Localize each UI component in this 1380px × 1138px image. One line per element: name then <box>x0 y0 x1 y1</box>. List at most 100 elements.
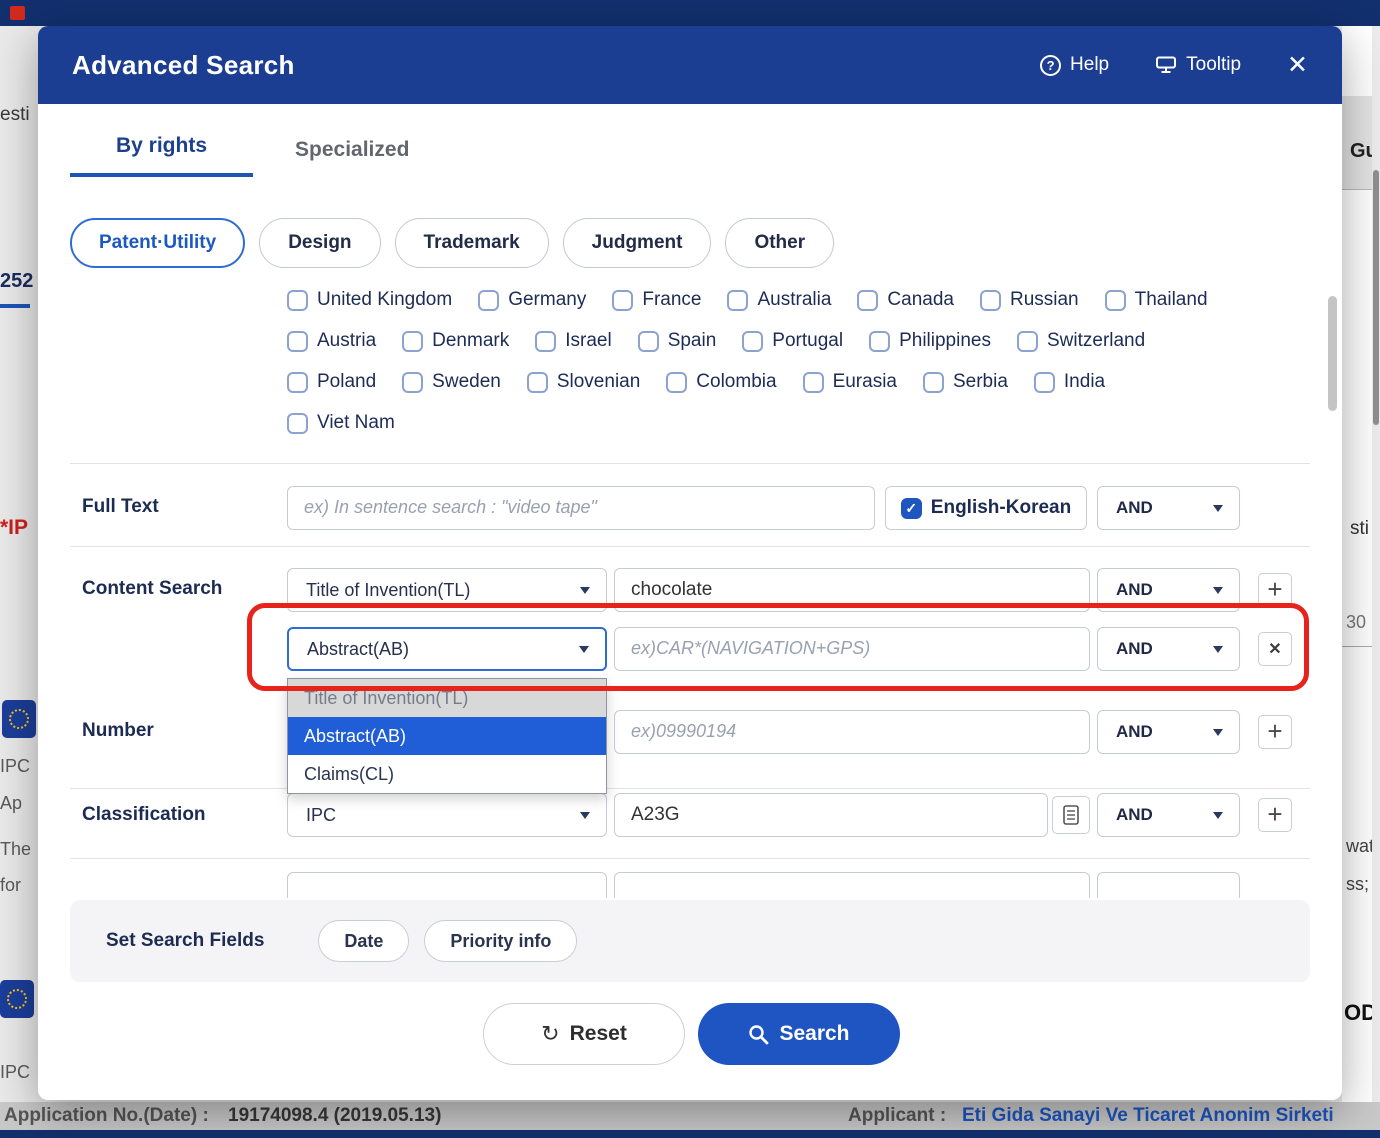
remove-row-button[interactable] <box>1258 632 1292 666</box>
checkbox-icon <box>287 413 308 434</box>
fulltext-operator-select[interactable]: AND <box>1097 486 1240 530</box>
help-label: Help <box>1070 54 1109 76</box>
page-scrollbar-thumb[interactable] <box>1373 170 1379 425</box>
country-russian[interactable]: Russian <box>980 289 1079 311</box>
add-row-button[interactable] <box>1258 798 1292 832</box>
bg-text-fragment: IPC <box>0 756 30 777</box>
date-button[interactable]: Date <box>318 920 409 962</box>
english-korean-checkbox[interactable]: English-Korean <box>885 486 1087 530</box>
country-poland[interactable]: Poland <box>287 371 376 393</box>
checkbox-icon <box>287 331 308 352</box>
country-austria[interactable]: Austria <box>287 330 376 352</box>
pill-design[interactable]: Design <box>259 218 380 268</box>
country-label: Poland <box>317 371 376 393</box>
bg-text-fragment: *IP <box>0 516 28 540</box>
country-philippines[interactable]: Philippines <box>869 330 991 352</box>
menu-item-abstract[interactable]: Abstract(AB) <box>288 717 606 755</box>
modal-title: Advanced Search <box>72 50 295 81</box>
country-canada[interactable]: Canada <box>857 289 954 311</box>
checkbox-icon <box>727 290 748 311</box>
modal-scrollbar-thumb[interactable] <box>1328 296 1337 411</box>
content-field-select-1[interactable]: Title of Invention(TL) <box>287 568 607 612</box>
clipped-input[interactable] <box>614 872 1090 898</box>
country-united-kingdom[interactable]: United Kingdom <box>287 289 452 311</box>
reset-button[interactable]: ↻ Reset <box>483 1003 685 1065</box>
country-australia[interactable]: Australia <box>727 289 831 311</box>
country-portugal[interactable]: Portugal <box>742 330 843 352</box>
country-slovenian[interactable]: Slovenian <box>527 371 640 393</box>
country-sweden[interactable]: Sweden <box>402 371 501 393</box>
pill-patent-utility[interactable]: Patent·Utility <box>70 218 245 268</box>
tab-specialized[interactable]: Specialized <box>285 138 419 177</box>
bg-text-fragment: IPC <box>0 1062 30 1083</box>
tooltip-icon <box>1155 56 1177 74</box>
classification-lookup-button[interactable] <box>1052 796 1090 834</box>
country-france[interactable]: France <box>612 289 701 311</box>
country-eurasia[interactable]: Eurasia <box>803 371 897 393</box>
tooltip-label: Tooltip <box>1186 54 1241 76</box>
classification-field-select[interactable]: IPC <box>287 793 607 837</box>
search-button[interactable]: Search <box>698 1003 900 1065</box>
country-denmark[interactable]: Denmark <box>402 330 509 352</box>
checkbox-icon <box>923 372 944 393</box>
country-thailand[interactable]: Thailand <box>1105 289 1208 311</box>
bg-text-fragment: sti <box>1350 518 1369 540</box>
pill-trademark[interactable]: Trademark <box>395 218 549 268</box>
checkbox-icon <box>402 331 423 352</box>
search-label: Search <box>779 1022 849 1046</box>
country-viet-nam[interactable]: Viet Nam <box>287 412 395 434</box>
divider <box>70 546 1310 547</box>
tab-by-rights[interactable]: By rights <box>70 134 253 177</box>
clipped-operator-select[interactable] <box>1097 872 1240 898</box>
checkbox-icon <box>666 372 687 393</box>
content-search-input-1[interactable] <box>614 568 1090 612</box>
country-serbia[interactable]: Serbia <box>923 371 1008 393</box>
country-israel[interactable]: Israel <box>535 330 611 352</box>
number-operator-select[interactable]: AND <box>1097 710 1240 754</box>
priority-info-button[interactable]: Priority info <box>424 920 577 962</box>
number-input[interactable] <box>614 710 1090 754</box>
tab-bar: By rights Specialized <box>70 134 419 177</box>
page: esti 252 *IP IPC Ap The for IPC Gu sti 3… <box>0 0 1380 1138</box>
pill-other[interactable]: Other <box>725 218 834 268</box>
checkbox-icon <box>1105 290 1126 311</box>
pill-judgment[interactable]: Judgment <box>563 218 712 268</box>
country-india[interactable]: India <box>1034 371 1105 393</box>
content-operator-select-2[interactable]: AND <box>1097 627 1240 671</box>
country-label: Serbia <box>953 371 1008 393</box>
close-icon[interactable] <box>1287 50 1308 80</box>
menu-item-title-of-invention[interactable]: Title of Invention(TL) <box>288 679 606 717</box>
classification-input[interactable] <box>614 793 1048 837</box>
clipped-select[interactable] <box>287 872 607 898</box>
help-button[interactable]: ? Help <box>1040 54 1109 76</box>
applicant-value[interactable]: Eti Gida Sanayi Ve Ticaret Anonim Sirket… <box>962 1102 1334 1130</box>
field-dropdown-menu: Title of Invention(TL) Abstract(AB) Clai… <box>287 678 607 794</box>
country-switzerland[interactable]: Switzerland <box>1017 330 1145 352</box>
eu-flag-icon <box>0 980 34 1018</box>
tooltip-button[interactable]: Tooltip <box>1155 54 1241 76</box>
country-label: Switzerland <box>1047 330 1145 352</box>
content-field-select-2[interactable]: Abstract(AB) <box>287 627 607 671</box>
checkbox-icon <box>742 331 763 352</box>
country-spain[interactable]: Spain <box>638 330 717 352</box>
applicant-label: Applicant : <box>848 1102 946 1130</box>
classification-operator-select[interactable]: AND <box>1097 793 1240 837</box>
chevron-down-icon <box>580 812 590 819</box>
add-row-button[interactable] <box>1258 573 1292 607</box>
menu-item-claims[interactable]: Claims(CL) <box>288 755 606 793</box>
content-operator-select-1[interactable]: AND <box>1097 568 1240 612</box>
refresh-icon: ↻ <box>541 1021 559 1047</box>
application-no-value: 19174098.4 (2019.05.13) <box>228 1102 441 1130</box>
country-colombia[interactable]: Colombia <box>666 371 776 393</box>
country-label: Australia <box>757 289 831 311</box>
country-label: India <box>1064 371 1105 393</box>
fulltext-input[interactable] <box>287 486 875 530</box>
checkbox-icon <box>980 290 1001 311</box>
bg-status-bar: Application No.(Date) : 19174098.4 (2019… <box>0 1102 1380 1130</box>
content-search-input-2[interactable] <box>614 627 1090 671</box>
operator-value: AND <box>1116 805 1153 825</box>
add-row-button[interactable] <box>1258 715 1292 749</box>
country-germany[interactable]: Germany <box>478 289 586 311</box>
document-list-icon <box>1063 805 1079 825</box>
checkbox-icon <box>638 331 659 352</box>
